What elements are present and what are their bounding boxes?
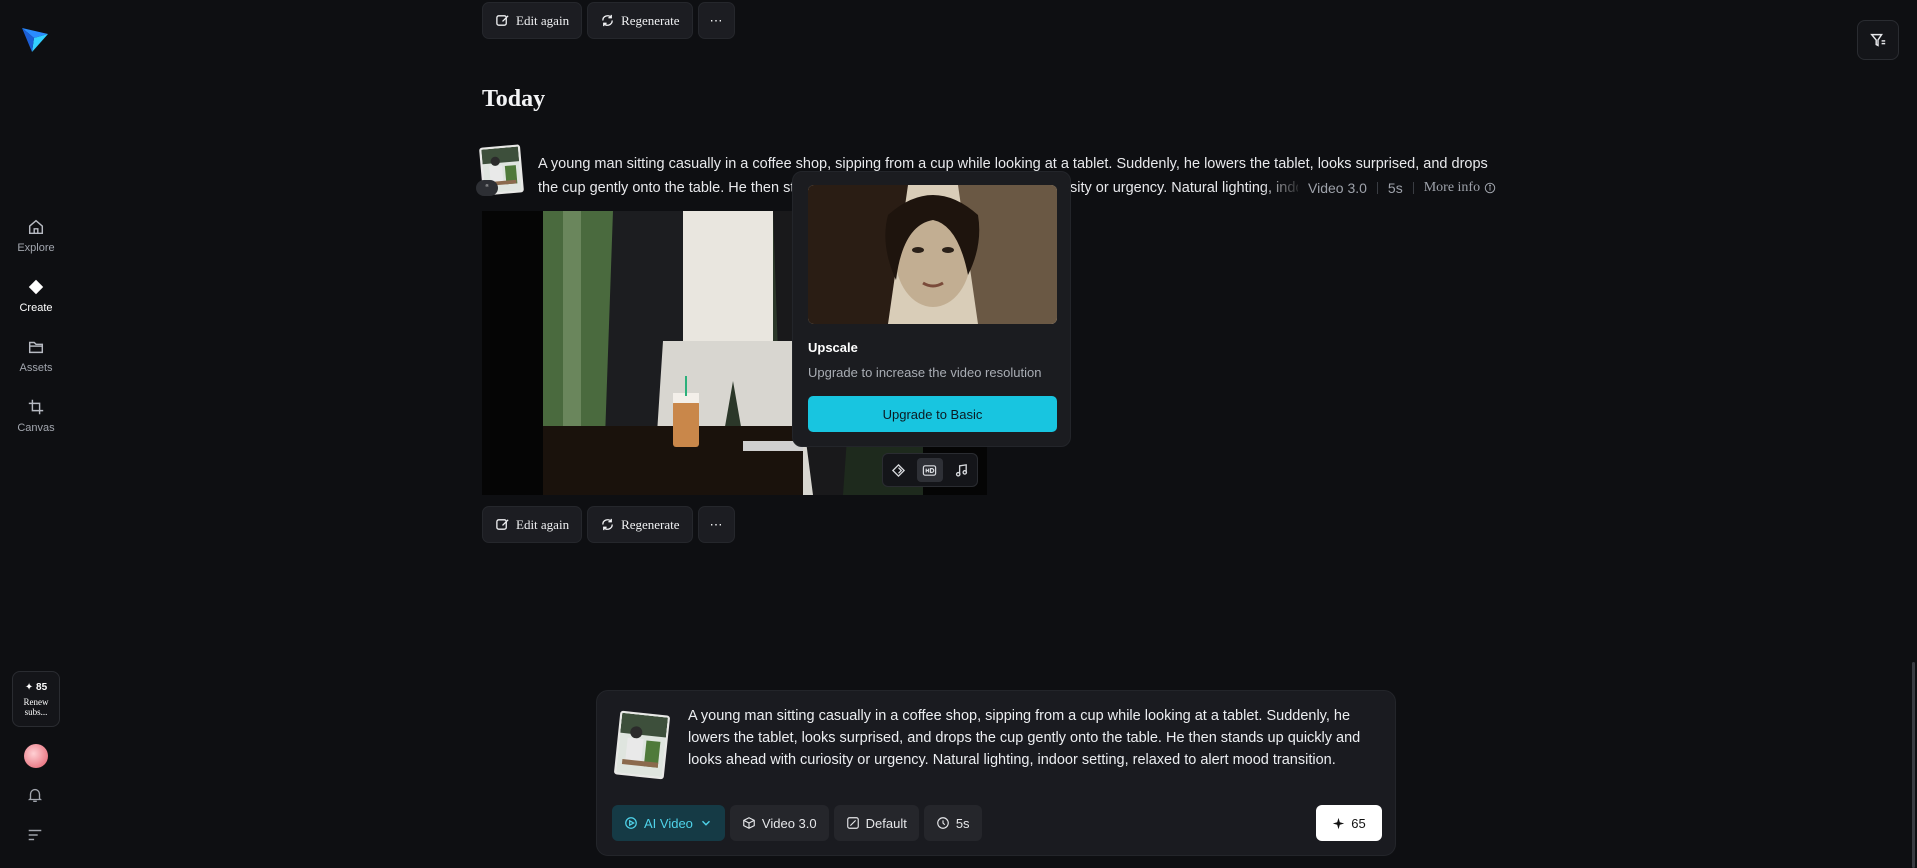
more-info-label: More info <box>1423 180 1481 195</box>
upscale-preview-image <box>808 185 1057 324</box>
lipsync-tool-button[interactable] <box>886 458 912 482</box>
music-note-icon <box>955 463 967 477</box>
ratio-selector[interactable]: Default <box>833 805 919 841</box>
sparkle-icon <box>1333 817 1345 829</box>
cube-icon <box>743 817 755 829</box>
sidebar-item-label: Assets <box>19 362 53 374</box>
folder-icon <box>25 336 47 358</box>
clock-icon <box>937 817 949 829</box>
duration-label: 5s <box>1387 180 1403 196</box>
mode-dropdown[interactable]: AI Video <box>612 805 725 841</box>
mode-label: AI Video <box>644 815 693 831</box>
sidebar-item-label: Canvas <box>17 422 55 434</box>
regenerate-label: Regenerate <box>621 12 680 28</box>
app-root: Explore Create Assets Canvas ✦ 85 Renew … <box>0 0 1917 868</box>
model-selector[interactable]: Video 3.0 <box>729 805 829 841</box>
hd-icon <box>923 464 937 476</box>
paper-plane-logo-icon[interactable] <box>20 24 50 54</box>
composer-toolbar: AI Video Video 3.0 Default 5s <box>612 805 982 841</box>
upgrade-button[interactable]: Upgrade to Basic <box>808 396 1057 432</box>
aspect-ratio-icon <box>846 817 859 829</box>
model-label: Video 3.0 <box>1308 180 1367 196</box>
sidebar-item-create[interactable]: Create <box>0 265 72 325</box>
sidebar-item-explore[interactable]: Explore <box>0 205 72 265</box>
refresh-icon <box>602 518 613 531</box>
prompt-composer: A young man sitting casually in a coffee… <box>596 690 1396 856</box>
page-scrollbar[interactable] <box>1912 662 1915 868</box>
prompt-meta: Video 3.0 5s More info <box>1308 176 1496 200</box>
composer-reference-thumbnail[interactable] <box>613 710 671 780</box>
popover-subtitle: Upgrade to increase the video resolution <box>808 365 1042 380</box>
divider <box>1412 182 1414 194</box>
video-tools <box>882 453 978 487</box>
upscale-tool-button[interactable] <box>916 458 943 482</box>
ai-video-icon <box>625 817 637 829</box>
more-options-button[interactable]: ⋯ <box>697 506 735 543</box>
popover-title: Upscale <box>808 340 858 355</box>
sidebar-item-assets[interactable]: Assets <box>0 325 72 385</box>
more-info-link[interactable]: More info <box>1424 176 1496 200</box>
divider <box>1376 182 1378 194</box>
regenerate-button[interactable]: Regenerate <box>587 506 693 543</box>
generate-button[interactable]: 65 <box>1316 805 1382 841</box>
info-icon <box>1484 182 1496 194</box>
renew-subscription-label: Renew subs... <box>23 696 49 717</box>
edit-again-label: Edit again <box>516 516 570 532</box>
regenerate-button[interactable]: Regenerate <box>587 2 693 39</box>
diamond-icon <box>25 276 47 298</box>
filter-icon <box>1870 33 1886 47</box>
more-dots-icon: ⋯ <box>709 516 723 532</box>
sidebar: Explore Create Assets Canvas ✦ 85 Renew … <box>0 0 72 868</box>
audio-tool-button[interactable] <box>948 458 974 482</box>
more-options-button[interactable]: ⋯ <box>697 2 735 39</box>
generate-cost: 65 <box>1351 815 1366 831</box>
text-fade <box>1260 176 1304 200</box>
edit-again-button[interactable]: Edit again <box>482 506 583 543</box>
avatar[interactable] <box>24 744 48 768</box>
sidebar-item-canvas[interactable]: Canvas <box>0 385 72 445</box>
top-action-row: Edit again Regenerate ⋯ <box>482 2 735 39</box>
model-label: Video 3.0 <box>761 815 817 831</box>
more-dots-icon: ⋯ <box>709 12 723 28</box>
bottom-action-row: Edit again Regenerate ⋯ <box>482 506 735 543</box>
filter-button[interactable] <box>1857 20 1899 60</box>
menu-icon[interactable] <box>26 826 46 846</box>
chevron-down-icon <box>701 820 710 826</box>
diamond-outline-icon <box>892 463 906 477</box>
bell-icon[interactable] <box>26 786 46 806</box>
sidebar-item-label: Create <box>19 302 53 314</box>
quote-badge: “ <box>476 180 498 196</box>
upscale-popover: Upscale Upgrade to increase the video re… <box>792 171 1071 447</box>
edit-icon <box>496 15 509 26</box>
credits-renew-button[interactable]: ✦ 85 Renew subs... <box>12 671 60 727</box>
prompt-input[interactable]: A young man sitting casually in a coffee… <box>688 705 1378 771</box>
home-icon <box>25 216 47 238</box>
crop-icon <box>25 396 47 418</box>
duration-label: 5s <box>955 815 970 831</box>
refresh-icon <box>602 14 613 27</box>
section-title: Today <box>482 86 546 112</box>
edit-icon <box>496 519 509 530</box>
ratio-label: Default <box>865 815 907 831</box>
credits-count: ✦ 85 <box>24 681 48 693</box>
regenerate-label: Regenerate <box>621 516 680 532</box>
edit-again-button[interactable]: Edit again <box>482 2 583 39</box>
duration-selector[interactable]: 5s <box>923 805 982 841</box>
edit-again-label: Edit again <box>516 12 570 28</box>
sidebar-nav: Explore Create Assets Canvas <box>0 205 72 445</box>
sidebar-item-label: Explore <box>17 242 55 254</box>
